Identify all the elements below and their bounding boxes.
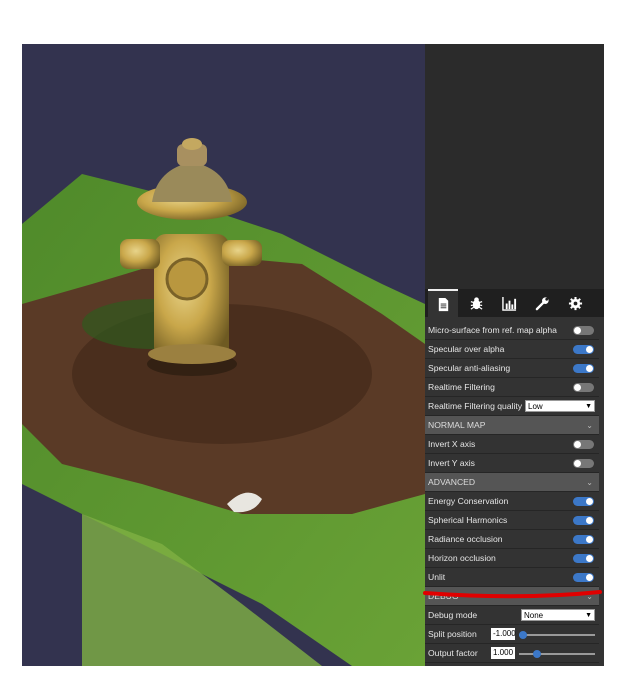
- row-label: Micro-surface from ref. map alpha: [428, 325, 557, 335]
- tab-statistics[interactable]: [494, 289, 524, 317]
- horizon-occlusion-toggle[interactable]: [573, 554, 594, 563]
- row-label: Unlit: [428, 572, 446, 582]
- row-spherical-harmonics: Spherical Harmonics: [425, 511, 599, 530]
- bar-chart-icon: [501, 296, 516, 311]
- row-horizon-occlusion: Horizon occlusion: [425, 549, 599, 568]
- section-advanced[interactable]: ADVANCED ⌄: [425, 473, 599, 492]
- row-radiance-occlusion: Radiance occlusion: [425, 530, 599, 549]
- row-realtime-filtering: Realtime Filtering: [425, 378, 599, 397]
- section-debug[interactable]: DEBUG ⌄: [425, 587, 599, 606]
- row-label: Output factor: [428, 648, 478, 658]
- gear-icon: [568, 296, 582, 310]
- panel-empty-area: [425, 44, 604, 289]
- chevron-down-icon: ⌄: [586, 421, 593, 430]
- bug-icon: [470, 296, 482, 310]
- row-label: Radiance occlusion: [428, 534, 503, 544]
- row-micro-surface: Micro-surface from ref. map alpha: [425, 321, 599, 340]
- split-position-input[interactable]: -1.000: [491, 628, 516, 640]
- section-label: NORMAL MAP: [428, 420, 486, 430]
- wrench-icon: [535, 296, 549, 310]
- 3d-viewport[interactable]: [22, 44, 425, 666]
- row-energy-conservation: Energy Conservation: [425, 492, 599, 511]
- row-output-factor: Output factor 1.000: [425, 644, 599, 663]
- row-label: Invert X axis: [428, 439, 476, 449]
- section-normal-map[interactable]: NORMAL MAP ⌄: [425, 416, 599, 435]
- row-unlit: Unlit: [425, 568, 599, 587]
- row-label: Spherical Harmonics: [428, 515, 508, 525]
- output-factor-input[interactable]: 1.000: [491, 647, 515, 659]
- chevron-down-icon: ⌄: [586, 478, 593, 487]
- row-label: Debug mode: [428, 610, 478, 620]
- row-specular-aa: Specular anti-aliasing: [425, 359, 599, 378]
- section-label: DEBUG: [428, 591, 459, 601]
- row-debug-mode: Debug mode None ▼: [425, 606, 599, 625]
- spherical-harmonics-toggle[interactable]: [573, 516, 594, 525]
- row-label: Energy Conservation: [428, 496, 509, 506]
- invert-x-toggle[interactable]: [573, 440, 594, 449]
- inspector-panel: Micro-surface from ref. map alpha Specul…: [425, 44, 604, 666]
- inspector-tab-bar: [425, 289, 604, 317]
- chevron-down-icon: ⌄: [586, 592, 593, 601]
- scene-render: [22, 138, 425, 666]
- section-label: ADVANCED: [428, 477, 476, 487]
- row-label: Horizon occlusion: [428, 553, 496, 563]
- unlit-toggle[interactable]: [573, 573, 594, 582]
- realtime-filtering-toggle[interactable]: [573, 383, 594, 392]
- document-icon: [438, 297, 448, 311]
- realtime-quality-select[interactable]: Low ▼: [525, 400, 595, 412]
- row-label: Specular anti-aliasing: [428, 363, 511, 373]
- tab-properties[interactable]: [428, 289, 458, 317]
- micro-surface-toggle[interactable]: [573, 326, 594, 335]
- slider-thumb[interactable]: [532, 650, 541, 658]
- energy-conservation-toggle[interactable]: [573, 497, 594, 506]
- select-value: None: [524, 611, 544, 620]
- chevron-down-icon: ▼: [585, 612, 592, 619]
- split-position-slider[interactable]: [519, 631, 595, 639]
- row-invert-y: Invert Y axis: [425, 454, 599, 473]
- row-label: Split position: [428, 629, 477, 639]
- debug-mode-select[interactable]: None ▼: [521, 609, 595, 621]
- row-specular-over-alpha: Specular over alpha: [425, 340, 599, 359]
- row-split-position: Split position -1.000: [425, 625, 599, 644]
- radiance-occlusion-toggle[interactable]: [573, 535, 594, 544]
- row-label: Specular over alpha: [428, 344, 505, 354]
- row-label: Realtime Filtering quality: [428, 401, 523, 411]
- row-label: Realtime Filtering: [428, 382, 495, 392]
- tab-debug[interactable]: [461, 289, 491, 317]
- chevron-down-icon: ▼: [585, 403, 592, 410]
- slider-thumb[interactable]: [519, 631, 527, 639]
- row-realtime-quality: Realtime Filtering quality Low ▼: [425, 397, 599, 416]
- tab-tools[interactable]: [527, 289, 557, 317]
- tab-settings[interactable]: [560, 289, 590, 317]
- invert-y-toggle[interactable]: [573, 459, 594, 468]
- output-factor-slider[interactable]: [519, 650, 595, 658]
- specular-over-alpha-toggle[interactable]: [573, 345, 594, 354]
- row-invert-x: Invert X axis: [425, 435, 599, 454]
- select-value: Low: [528, 402, 543, 411]
- row-label: Invert Y axis: [428, 458, 475, 468]
- specular-aa-toggle[interactable]: [573, 364, 594, 373]
- property-list: Micro-surface from ref. map alpha Specul…: [425, 321, 599, 663]
